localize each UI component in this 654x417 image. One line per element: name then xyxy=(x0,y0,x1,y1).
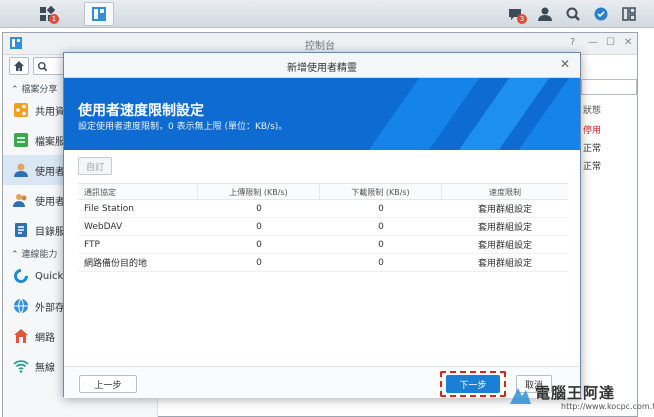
network-home-icon xyxy=(14,329,28,343)
group-icon xyxy=(13,194,27,207)
search-button[interactable] xyxy=(558,2,588,26)
custom-edit-button[interactable]: 自訂 xyxy=(78,157,112,175)
user-icon xyxy=(14,163,28,177)
sidebar-section-file-sharing[interactable]: ⌃ 檔案分享 xyxy=(11,82,57,95)
status-cell: 停用 xyxy=(583,126,602,136)
notifications-badge: 3 xyxy=(517,14,527,24)
main-menu-button[interactable]: 1 xyxy=(32,2,62,26)
watermark-logo-icon xyxy=(510,388,531,404)
table-row[interactable]: WebDAV 0 0 套用群組設定 xyxy=(78,218,568,236)
previous-button[interactable]: 上一步 xyxy=(79,375,137,393)
search-icon xyxy=(566,7,580,21)
resource-monitor-button[interactable] xyxy=(586,2,616,26)
taskbar: 1 3 xyxy=(0,0,654,28)
sidebar-section-connectivity[interactable]: ⌃ 連線能力 xyxy=(11,247,57,260)
status-cell: 正常 xyxy=(583,144,602,154)
wizard-titlebar[interactable]: 新增使用者精靈 ✕ xyxy=(64,53,580,78)
chevron-up-icon: ⌃ xyxy=(11,250,19,260)
wifi-icon xyxy=(13,360,29,373)
wizard-footer: 上一步 下一步 取消 xyxy=(64,366,580,398)
column-header-upload-limit[interactable]: 上傳限制 (KB/s) xyxy=(198,184,320,199)
maximize-icon[interactable]: ☐ xyxy=(606,37,615,48)
widgets-icon xyxy=(622,7,636,21)
create-user-wizard: 新增使用者精靈 ✕ 使用者速度限制設定 設定使用者速度限制，0 表示無上限 (單… xyxy=(63,52,581,398)
share-icon xyxy=(14,103,28,117)
table-row[interactable]: 網路備份目的地 0 0 套用群組設定 xyxy=(78,254,568,272)
widgets-button[interactable] xyxy=(614,2,644,26)
control-panel-icon xyxy=(92,7,106,21)
control-panel-title: 控制台 xyxy=(305,41,335,52)
notifications-button[interactable]: 3 xyxy=(500,2,530,26)
globe-icon xyxy=(14,298,28,314)
quickconnect-icon xyxy=(14,269,28,283)
control-panel-taskbar-button[interactable] xyxy=(84,2,114,26)
speed-limit-table: 通訊協定 上傳限制 (KB/s) 下載限制 (KB/s) 速度限制 File S… xyxy=(78,183,568,272)
user-button[interactable] xyxy=(530,2,560,26)
chevron-up-icon: ⌃ xyxy=(11,85,19,95)
wizard-subheading: 設定使用者速度限制，0 表示無上限 (單位：KB/s)。 xyxy=(78,122,288,132)
column-header-protocol[interactable]: 通訊協定 xyxy=(78,184,198,199)
close-icon[interactable]: ✕ xyxy=(624,37,632,48)
status-column-header: 狀態 xyxy=(583,106,602,116)
home-button[interactable] xyxy=(9,57,29,75)
watermark-url: http://www.kocpc.com.tw xyxy=(561,402,654,411)
table-row[interactable]: File Station 0 0 套用群組設定 xyxy=(78,200,568,218)
column-header-download-limit[interactable]: 下載限制 (KB/s) xyxy=(320,184,442,199)
filter-input[interactable] xyxy=(581,79,637,95)
home-icon xyxy=(14,61,24,71)
wizard-header-banner: 使用者速度限制設定 設定使用者速度限制，0 表示無上限 (單位：KB/s)。 xyxy=(64,78,580,150)
user-icon xyxy=(538,7,552,21)
help-icon[interactable]: ? xyxy=(570,37,575,48)
search-icon xyxy=(38,62,48,72)
file-services-icon xyxy=(14,133,28,147)
wizard-heading: 使用者速度限制設定 xyxy=(78,103,204,119)
next-button[interactable]: 下一步 xyxy=(446,375,500,393)
watermark-title: 電腦王阿達 xyxy=(535,384,616,402)
directory-icon xyxy=(15,223,27,237)
status-cell: 正常 xyxy=(583,162,602,172)
gauge-icon xyxy=(594,7,608,21)
column-header-speed-limit[interactable]: 速度限制 xyxy=(442,184,568,199)
apps-badge: 1 xyxy=(49,14,59,24)
table-header: 通訊協定 上傳限制 (KB/s) 下載限制 (KB/s) 速度限制 xyxy=(78,183,568,200)
minimize-icon[interactable]: — xyxy=(588,37,598,48)
table-row[interactable]: FTP 0 0 套用群組設定 xyxy=(78,236,568,254)
close-icon[interactable]: ✕ xyxy=(560,57,570,71)
watermark: 電腦王阿達 http://www.kocpc.com.tw xyxy=(505,382,654,414)
wizard-title: 新增使用者精靈 xyxy=(287,63,357,74)
